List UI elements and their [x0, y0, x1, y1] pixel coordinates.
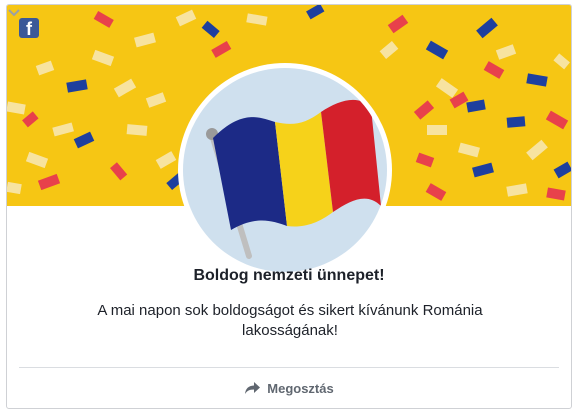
greeting-card: f Boldog nemzeti ünnepet! A mai napon so… [6, 4, 572, 409]
post-message: A mai napon sok boldogságot és sikert kí… [97, 302, 483, 339]
chevron-down-icon[interactable] [7, 5, 21, 19]
romania-flag-icon [206, 99, 381, 259]
share-button[interactable]: Megosztás [7, 369, 571, 407]
share-label: Megosztás [267, 380, 334, 396]
profile-image [178, 63, 392, 277]
share-arrow-icon [245, 382, 261, 394]
facebook-logo-icon[interactable]: f [19, 18, 39, 39]
divider [19, 367, 559, 368]
post-title: Boldog nemzeti ünnepet! [193, 267, 385, 284]
